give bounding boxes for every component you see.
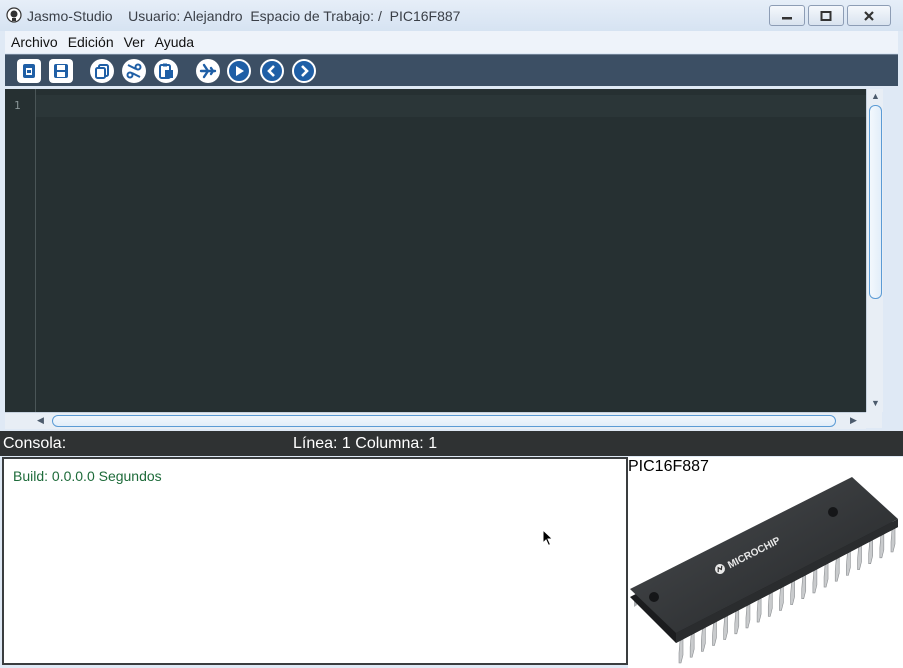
chip-image: MICROCHIP	[630, 477, 898, 664]
line-column-indicator: Línea: 1 Columna: 1	[293, 435, 438, 452]
mouse-pointer-icon	[542, 529, 554, 547]
menu-edicion[interactable]: Edición	[62, 34, 118, 50]
toolbar	[5, 54, 898, 86]
chip-pin	[790, 580, 795, 605]
menu-ayuda[interactable]: Ayuda	[149, 34, 198, 50]
close-button[interactable]	[847, 5, 891, 26]
console-output[interactable]: Build: 0.0.0.0 Segundos	[2, 457, 628, 665]
close-icon	[864, 10, 874, 21]
scissors-icon	[126, 63, 142, 79]
scrollbar-lead	[5, 412, 34, 429]
chevron-left-icon	[267, 65, 275, 77]
chip-pin	[689, 632, 695, 658]
line-number: 1	[14, 99, 21, 112]
new-file-icon	[23, 64, 35, 78]
editor-horizontal-scrollbar[interactable]: ◀ ▶	[34, 412, 866, 429]
scrollbar-corner	[866, 412, 882, 428]
chip-pin	[723, 615, 728, 640]
chip-pin	[868, 539, 873, 564]
play-icon	[236, 66, 244, 76]
scroll-down-icon[interactable]: ▼	[871, 398, 880, 408]
window-controls	[769, 5, 891, 26]
save-icon	[54, 64, 68, 78]
minimize-button[interactable]	[769, 5, 805, 26]
maximize-button[interactable]	[808, 5, 844, 26]
chip-pin	[801, 574, 807, 600]
copy-icon	[95, 64, 109, 79]
chip-pin	[890, 527, 896, 553]
forward-button[interactable]	[292, 59, 316, 83]
cut-button[interactable]	[122, 59, 146, 83]
chip-pin	[879, 533, 885, 559]
horizontal-scroll-thumb[interactable]	[52, 415, 836, 427]
chip-pin	[756, 597, 762, 623]
maximize-icon	[820, 10, 832, 21]
save-button[interactable]	[49, 59, 73, 83]
airplane-icon	[199, 63, 217, 79]
back-button[interactable]	[260, 59, 284, 83]
device-panel: PIC16F887 MICROCHIP	[628, 457, 903, 668]
current-line-highlight	[36, 95, 882, 117]
menu-ver[interactable]: Ver	[118, 34, 149, 50]
editor-vertical-scrollbar[interactable]: ▲ ▼	[866, 89, 883, 412]
chip-pin	[834, 556, 840, 582]
title-bar[interactable]: Jasmo-Studio Usuario: Alejandro Espacio …	[0, 0, 903, 31]
chip-pin	[812, 568, 818, 594]
paste-button[interactable]	[154, 59, 178, 83]
chip-pin	[846, 550, 851, 576]
chip-pin	[857, 544, 862, 570]
chip-pin	[678, 638, 684, 664]
status-bar: Consola: Línea: 1 Columna: 1	[0, 431, 903, 456]
compile-button[interactable]	[196, 59, 220, 83]
menu-bar: Archivo Edición Ver Ayuda	[5, 31, 898, 53]
chevron-right-icon	[301, 65, 309, 77]
chip-pin	[779, 585, 784, 611]
chip-pin	[734, 609, 740, 635]
chip-pin	[701, 626, 706, 652]
new-file-button[interactable]	[17, 59, 41, 83]
menu-archivo[interactable]: Archivo	[5, 34, 62, 50]
minimize-icon	[782, 16, 792, 19]
window-title: Jasmo-Studio Usuario: Alejandro Espacio …	[27, 8, 461, 24]
run-button[interactable]	[227, 59, 251, 83]
line-number-gutter: 1	[5, 89, 36, 412]
chip-pin	[745, 603, 751, 629]
code-editor[interactable]: 1	[5, 89, 882, 412]
scroll-up-icon[interactable]: ▲	[871, 91, 880, 101]
console-label: Consola:	[3, 435, 67, 452]
vertical-scroll-thumb[interactable]	[869, 105, 882, 299]
scroll-right-icon[interactable]: ▶	[850, 415, 857, 426]
scroll-left-icon[interactable]: ◀	[37, 415, 44, 426]
chip-pin	[712, 620, 717, 646]
console-build-text: Build: 0.0.0.0 Segundos	[13, 468, 162, 484]
copy-button[interactable]	[90, 59, 114, 83]
chip-pin	[767, 591, 773, 617]
app-icon	[6, 7, 22, 23]
clipboard-icon	[159, 63, 173, 79]
chip-pin	[823, 562, 829, 588]
